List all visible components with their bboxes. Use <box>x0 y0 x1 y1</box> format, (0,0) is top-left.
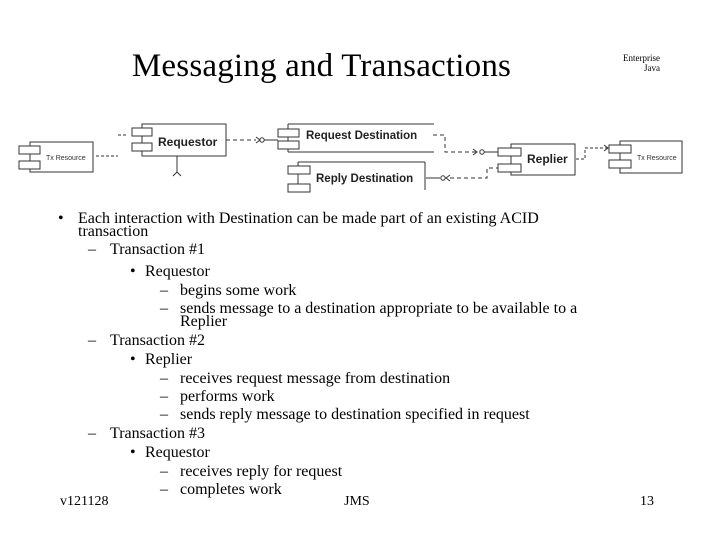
slide-title-text: Messaging and Transactions <box>131 48 512 84</box>
dash-marker: – <box>160 388 168 405</box>
requestor-label: Requestor <box>158 135 218 149</box>
reply-destination-label: Reply Destination <box>316 173 413 185</box>
tx-resource-right-label: Tx Resource <box>637 155 677 162</box>
dash-marker: – <box>88 425 96 442</box>
dash-marker: – <box>160 282 168 299</box>
requestor-component <box>131 123 227 177</box>
detail-item: sends message to a destination appropria… <box>180 300 578 317</box>
dash-marker: – <box>160 406 168 423</box>
replier-label: Replier <box>527 152 568 166</box>
component-diagram: Tx Resource Requestor Request Destinatio… <box>18 123 683 193</box>
footer-page-number: 13 <box>640 494 654 509</box>
brand-line-2: Java <box>644 63 660 73</box>
sub-item: Transaction #2 <box>110 332 205 349</box>
detail-item-continuation: Replier <box>180 313 228 330</box>
sub-sub-item: Requestor <box>145 444 210 461</box>
sub-item: Transaction #3 <box>110 425 205 442</box>
bullet-marker: • <box>58 210 64 227</box>
sub-sub-item: Replier <box>145 351 193 368</box>
bullet-marker: • <box>130 263 136 280</box>
bullet-marker: • <box>130 351 136 368</box>
bullet-marker: • <box>130 444 136 461</box>
brand-label: Enterprise Java <box>620 53 660 73</box>
detail-item: receives reply for request <box>180 463 343 480</box>
dash-marker: – <box>160 481 168 498</box>
bullet-item-continuation: transaction <box>78 223 149 240</box>
detail-item: performs work <box>180 388 275 405</box>
detail-item: completes work <box>180 481 282 498</box>
footer-version: v121128 <box>60 494 109 509</box>
sub-sub-item: Requestor <box>145 263 210 280</box>
tx-resource-left-label: Tx Resource <box>46 155 86 162</box>
dash-marker: – <box>160 370 168 387</box>
footer-topic: JMS <box>344 494 370 509</box>
detail-item: sends reply message to destination speci… <box>180 406 530 423</box>
request-destination-label: Request Destination <box>306 130 417 142</box>
dash-marker: – <box>160 463 168 480</box>
detail-item: receives request message from destinatio… <box>180 370 451 387</box>
dash-marker: – <box>88 332 96 349</box>
sub-item: Transaction #1 <box>110 241 205 258</box>
detail-item: begins some work <box>180 282 297 299</box>
dash-marker: – <box>88 241 96 258</box>
slide-title: Messaging and Transactions <box>0 48 720 85</box>
brand-line-1: Enterprise <box>623 53 660 63</box>
dash-marker: – <box>160 300 168 317</box>
